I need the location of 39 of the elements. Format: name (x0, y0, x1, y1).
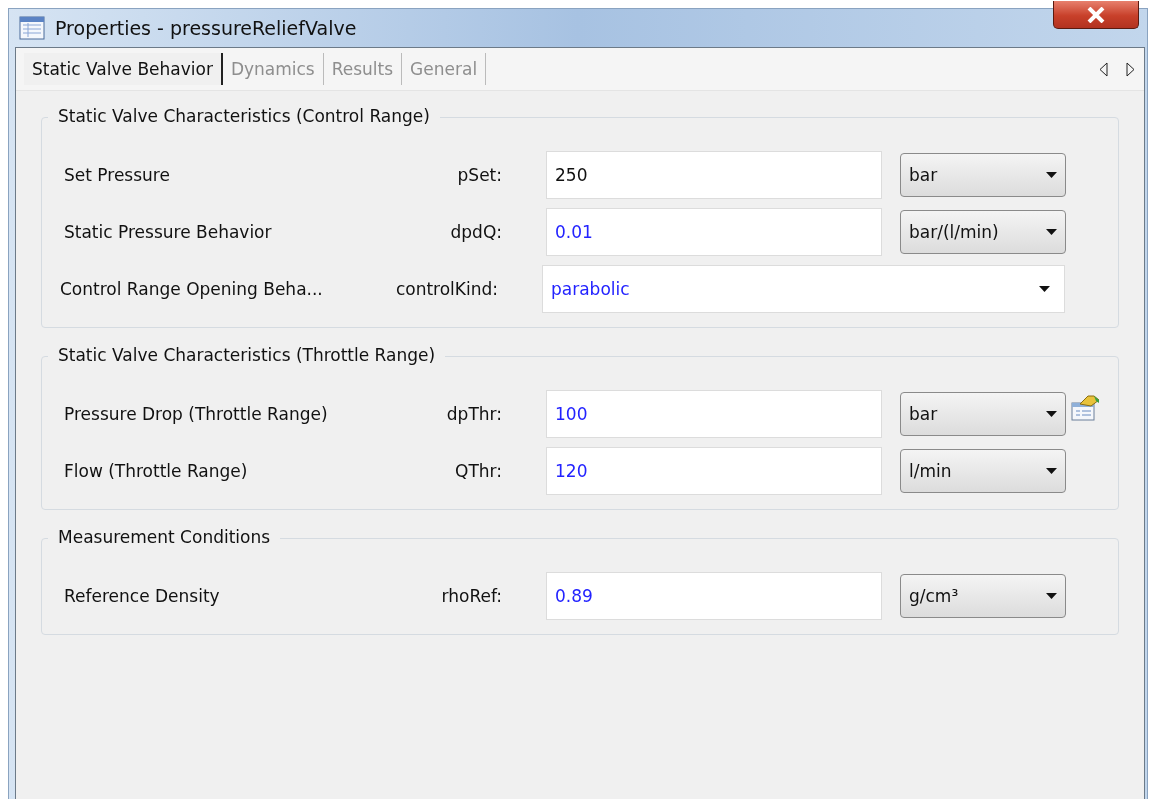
close-button[interactable] (1053, 1, 1139, 29)
right-arrow-icon (1126, 61, 1135, 77)
dropdown-caret-icon (1039, 285, 1050, 292)
unit-dropdown[interactable]: bar (900, 152, 1066, 197)
left-arrow-icon (1099, 61, 1108, 77)
parameter-name: controlKind: (394, 278, 498, 299)
close-icon (1087, 6, 1105, 23)
group-title: Static Valve Characteristics (Throttle Range) (48, 345, 446, 365)
tab[interactable]: Static Valve Behavior (24, 53, 223, 85)
field-label: Static Pressure Behavior (63, 221, 273, 242)
value-field[interactable]: 0.89 (546, 571, 882, 620)
value-field[interactable]: 120 (546, 446, 882, 495)
unit-dropdown[interactable]: l/min (900, 448, 1066, 493)
field-label: Control Range Opening Beha... (59, 278, 324, 299)
unit-dropdown[interactable]: bar (900, 391, 1066, 436)
field-label: Flow (Throttle Range) (63, 460, 249, 481)
dropdown-caret-icon (1046, 228, 1057, 235)
unit-dropdown[interactable]: g/cm³ (900, 573, 1066, 618)
dropdown-caret-icon (1046, 171, 1057, 178)
group-title: Static Valve Characteristics (Control Range) (48, 106, 440, 126)
field-label: Reference Density (63, 585, 221, 606)
value-field[interactable]: 0.01 (546, 207, 882, 256)
value-field[interactable]: 250 (546, 150, 882, 199)
parameter-name: rhoRef: (440, 585, 502, 606)
dropdown-caret-icon (1046, 592, 1057, 599)
window-title: Properties - pressureReliefValve (55, 17, 357, 39)
parameter-name: pSet: (456, 164, 502, 185)
field-label: Pressure Drop (Throttle Range) (63, 403, 329, 424)
editor-icon[interactable] (1070, 394, 1100, 421)
unit-dropdown[interactable]: bar/(l/min) (900, 209, 1066, 254)
value-dropdown[interactable]: parabolic (542, 264, 1065, 313)
window-icon (19, 16, 45, 40)
parameter-name: QThr: (454, 460, 502, 481)
dropdown-caret-icon (1046, 467, 1057, 474)
field-label: Set Pressure (63, 164, 171, 185)
dropdown-caret-icon (1046, 410, 1057, 417)
value-field[interactable]: 100 (546, 389, 882, 438)
parameter-name: dpThr: (445, 403, 502, 424)
parameter-name: dpdQ: (449, 221, 502, 242)
